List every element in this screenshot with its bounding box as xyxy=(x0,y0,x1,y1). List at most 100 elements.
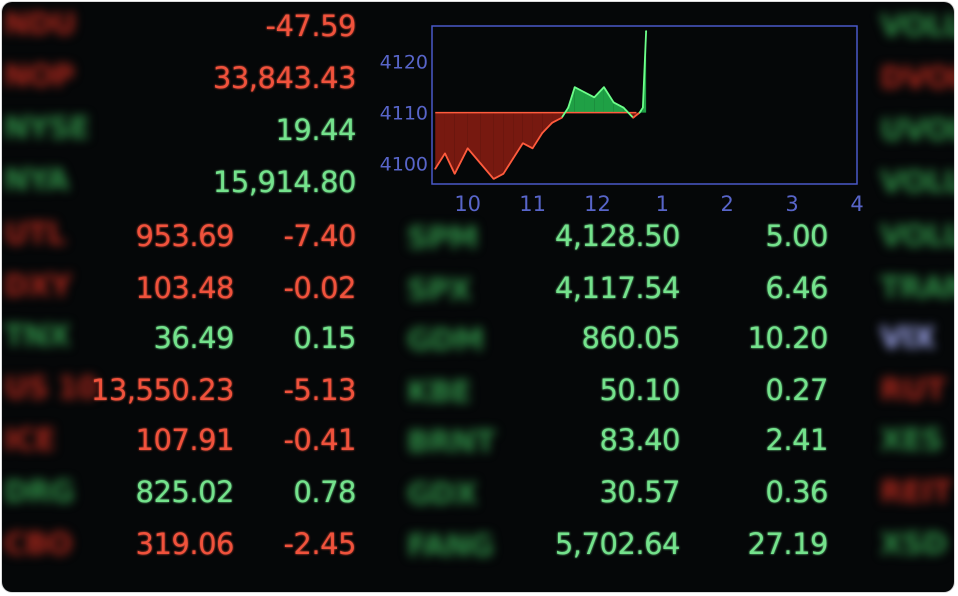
left-change-cell: -5.13 xyxy=(283,373,356,407)
below-baseline-fill xyxy=(454,112,468,174)
left-price-cell: 107.91 xyxy=(135,423,235,457)
left-change-cell: 0.78 xyxy=(293,475,356,509)
right-change-cell: 10.20 xyxy=(747,321,828,355)
right-change-cell: 0.36 xyxy=(765,475,828,509)
left-price-cell: 103.48 xyxy=(135,271,235,305)
far-right-symbol: UVOL xyxy=(880,113,954,148)
below-baseline-fill xyxy=(522,112,533,149)
x-tick-label: 12 xyxy=(584,192,611,216)
intraday-chart: 10 11 12 1 2 3 4 4100 4110 4120 xyxy=(362,16,882,221)
top-value: 33,843.43 xyxy=(212,61,357,95)
price-point xyxy=(632,116,635,119)
right-change-cell: 2.41 xyxy=(765,423,828,457)
far-right-symbol: VIX xyxy=(880,321,936,356)
far-right-symbol: TRAN xyxy=(880,271,954,306)
mid-symbol: SPM xyxy=(407,221,478,256)
left-price-cell: 319.06 xyxy=(135,527,235,561)
far-right-symbol: VOLU xyxy=(880,165,954,200)
left-symbol: UTL xyxy=(4,217,66,252)
right-price-cell: 83.40 xyxy=(599,423,680,457)
price-point xyxy=(622,106,625,109)
far-right-symbol: XSD xyxy=(880,527,948,562)
mid-symbol: KBE xyxy=(407,375,472,410)
far-right-symbol: RUT xyxy=(880,373,946,408)
price-point xyxy=(567,106,570,109)
left-change-cell: -0.41 xyxy=(283,423,356,457)
price-point xyxy=(541,132,544,134)
price-point xyxy=(492,178,495,180)
far-right-symbol: XES xyxy=(880,423,943,458)
x-tick-label: 2 xyxy=(721,192,734,216)
price-point xyxy=(583,91,586,94)
top-value: 19.44 xyxy=(275,113,356,147)
left-symbol: DXY xyxy=(4,269,72,304)
price-point xyxy=(612,101,615,104)
x-tick-label: 1 xyxy=(656,192,669,216)
right-change-cell: 6.46 xyxy=(765,271,828,305)
price-point xyxy=(466,147,469,150)
right-price-cell: 860.05 xyxy=(581,321,681,355)
price-point xyxy=(560,116,563,119)
y-tick-label: 4100 xyxy=(380,154,428,176)
left-change-cell: -7.40 xyxy=(283,219,356,253)
price-point xyxy=(444,152,446,155)
left-symbol: TNX xyxy=(4,319,71,354)
x-tick-label: 11 xyxy=(519,192,546,216)
x-tick-label: 3 xyxy=(785,192,798,216)
left-change-cell: -0.02 xyxy=(283,271,356,305)
far-right-symbol: REIT xyxy=(880,475,952,510)
price-point xyxy=(521,142,524,145)
below-baseline-fill xyxy=(493,112,504,179)
price-point xyxy=(603,86,605,89)
x-tick-label: 10 xyxy=(454,192,481,216)
price-point xyxy=(479,162,482,165)
left-price-cell: 36.49 xyxy=(153,321,234,355)
right-change-cell: 0.27 xyxy=(765,373,828,407)
top-value: 15,914.80 xyxy=(212,165,357,199)
left-price-cell: 13,550.23 xyxy=(90,373,235,407)
right-price-cell: 4,128.50 xyxy=(554,219,681,253)
mid-symbol: BRNT xyxy=(407,425,496,460)
left-change-cell: 0.15 xyxy=(293,321,356,355)
far-right-symbol: DVOL xyxy=(880,61,954,96)
left-symbol: NYA xyxy=(4,163,69,198)
below-baseline-fill xyxy=(480,112,494,179)
far-right-symbol: VOLU xyxy=(880,9,954,44)
ticker-display: NDU NOP NYSE NYA UTL DXY TNX US 10 ICE DRG CBO -47… xyxy=(2,2,954,592)
price-point xyxy=(453,172,456,175)
left-price-cell: 825.02 xyxy=(135,475,235,509)
y-tick-label: 4110 xyxy=(380,103,428,125)
left-symbol: NYSE xyxy=(4,111,90,146)
price-point xyxy=(645,30,648,32)
left-symbol: NOP xyxy=(4,59,75,94)
below-baseline-fill xyxy=(532,112,543,149)
below-baseline-fill xyxy=(542,112,553,134)
right-price-cell: 30.57 xyxy=(599,475,680,509)
price-point xyxy=(434,167,437,170)
left-symbol: NDU xyxy=(4,7,76,42)
price-point xyxy=(502,172,505,175)
y-tick-label: 4120 xyxy=(380,52,428,74)
right-price-cell: 4,117.54 xyxy=(554,271,681,305)
x-tick-label: 4 xyxy=(850,192,863,216)
right-change-cell: 5.00 xyxy=(765,219,828,253)
left-symbol: ICE xyxy=(4,423,56,458)
far-right-symbol: VOLU xyxy=(880,219,954,254)
price-point xyxy=(638,111,641,114)
chart-svg: 10 11 12 1 2 3 4410041104120 xyxy=(380,25,864,216)
top-value: -47.59 xyxy=(265,9,357,43)
mid-symbol: GDM xyxy=(407,323,484,358)
price-point xyxy=(531,147,534,150)
mid-symbol: FANG xyxy=(407,529,494,564)
price-point xyxy=(551,121,553,124)
mid-symbol: SPX xyxy=(407,273,472,308)
mid-symbol: GDX xyxy=(407,477,478,512)
price-point xyxy=(573,86,576,89)
right-change-cell: 27.19 xyxy=(747,527,828,561)
price-point xyxy=(512,157,515,160)
price-point xyxy=(593,96,596,99)
right-price-cell: 50.10 xyxy=(599,373,680,407)
right-price-cell: 5,702.64 xyxy=(554,527,681,561)
left-price-cell: 953.69 xyxy=(135,219,235,253)
price-point xyxy=(641,106,644,109)
